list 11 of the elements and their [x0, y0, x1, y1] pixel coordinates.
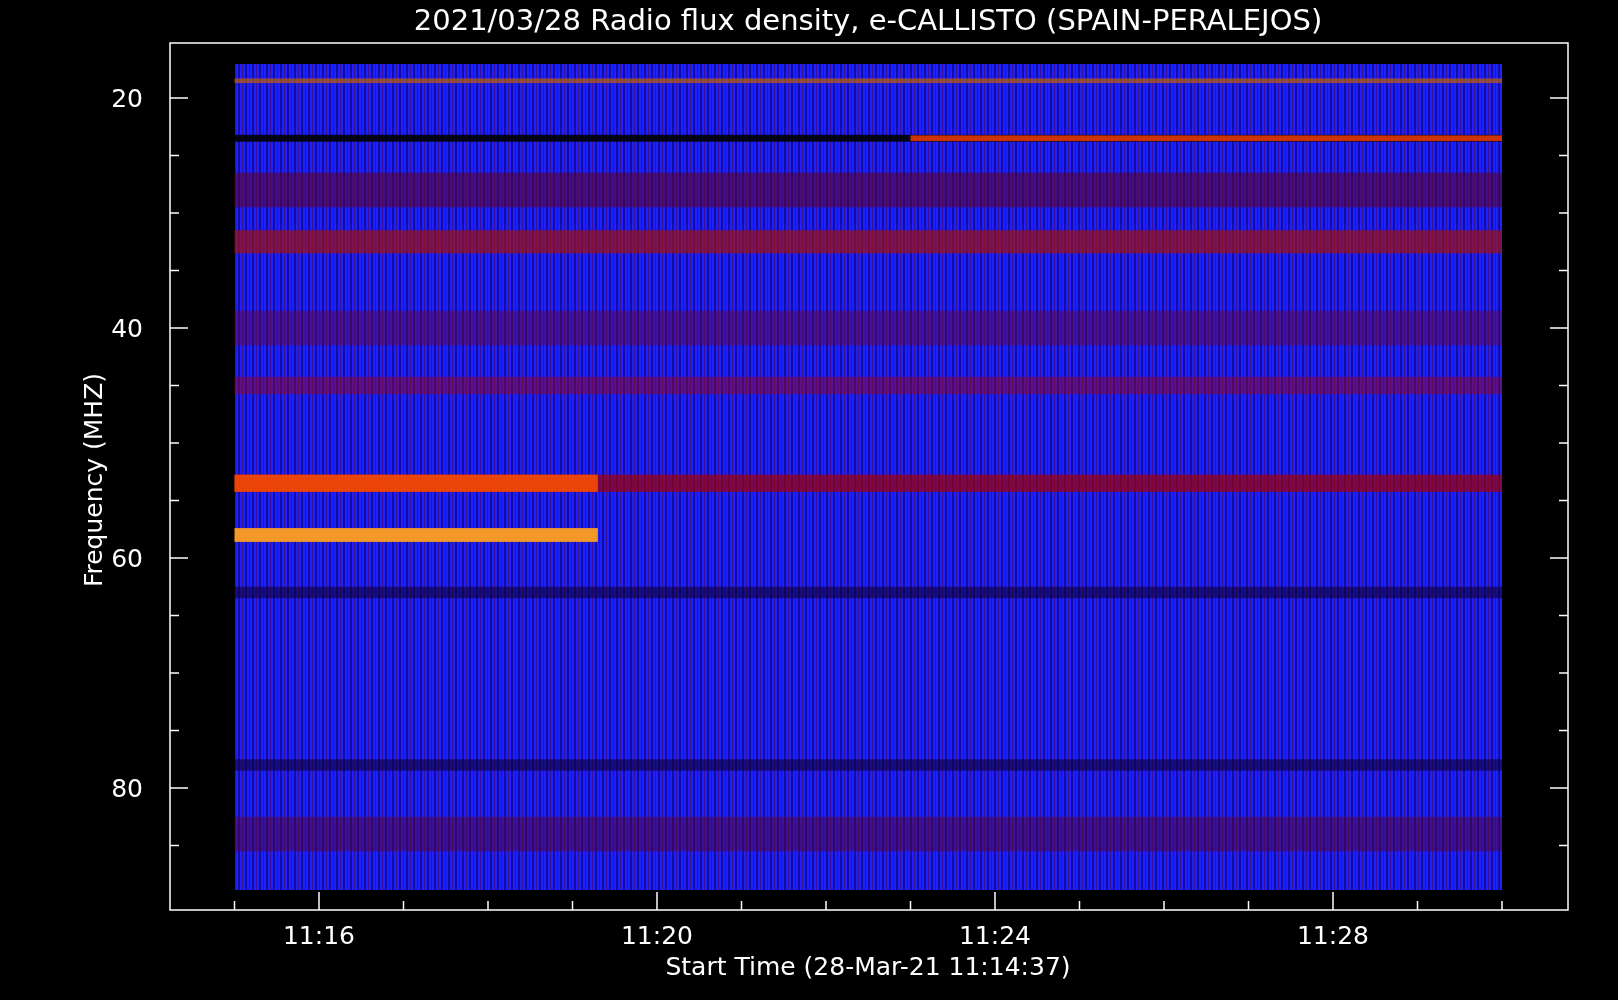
x-tick-label: 11:28: [1297, 921, 1369, 950]
y-axis-label: Frequency (MHZ): [79, 372, 108, 588]
chart-title: 2021/03/28 Radio flux density, e-CALLISTO (SPAIN-PERALEJOS): [413, 3, 1323, 37]
x-tick-label: 11:24: [959, 921, 1031, 950]
y-tick-label: 40: [111, 314, 143, 343]
x-tick-label: 11:16: [283, 921, 355, 950]
x-tick-label: 11:20: [621, 921, 693, 950]
y-tick-label: 60: [111, 544, 143, 573]
x-axis-label: Start Time (28-Mar-21 11:14:37): [665, 952, 1071, 981]
y-tick-label: 20: [111, 84, 143, 113]
y-tick-label: 80: [111, 774, 143, 803]
